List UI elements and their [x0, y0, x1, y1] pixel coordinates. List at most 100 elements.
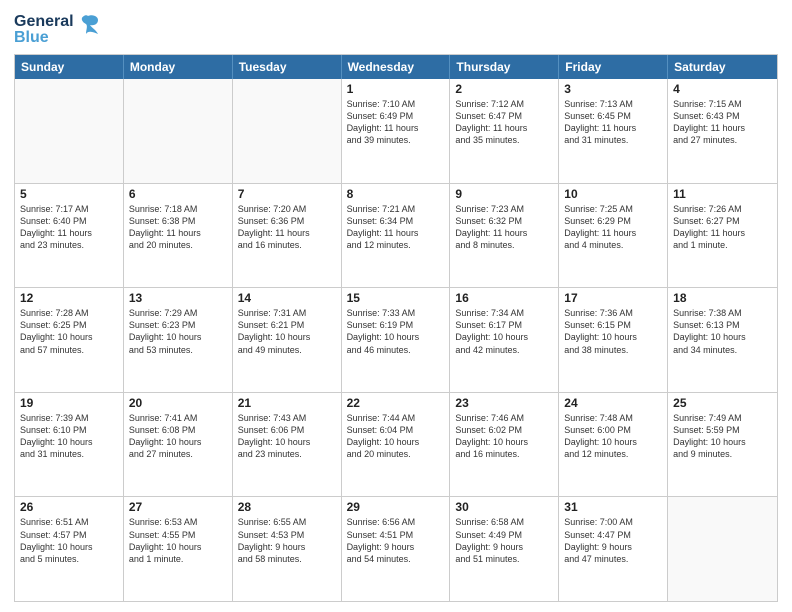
day-number: 23: [455, 396, 553, 410]
day-info: Sunrise: 7:31 AM Sunset: 6:21 PM Dayligh…: [238, 307, 336, 356]
calendar-cell: 8 Sunrise: 7:21 AM Sunset: 6:34 PM Daylig…: [342, 184, 451, 288]
day-info: Sunrise: 7:49 AM Sunset: 5:59 PM Dayligh…: [673, 412, 772, 461]
day-info: Sunrise: 7:39 AM Sunset: 6:10 PM Dayligh…: [20, 412, 118, 461]
calendar-cell: 4Sunrise: 7:15 AM Sunset: 6:43 PM Daylig…: [668, 79, 777, 183]
day-header-saturday: Saturday: [668, 55, 777, 79]
day-number: 26: [20, 500, 118, 514]
day-number: 9: [455, 187, 553, 201]
day-number: 22: [347, 396, 445, 410]
day-number: 20: [129, 396, 227, 410]
calendar-cell: 20 Sunrise: 7:41 AM Sunset: 6:08 PM Dayli…: [124, 393, 233, 497]
calendar-cell: 15 Sunrise: 7:33 AM Sunset: 6:19 PM Dayli…: [342, 288, 451, 392]
day-info: Sunrise: 7:34 AM Sunset: 6:17 PM Dayligh…: [455, 307, 553, 356]
day-number: 16: [455, 291, 553, 305]
calendar-cell: 28 Sunrise: 6:55 AM Sunset: 4:53 PM Dayli…: [233, 497, 342, 601]
day-info: Sunrise: 7:15 AM Sunset: 6:43 PM Dayligh…: [673, 98, 772, 147]
day-number: 8: [347, 187, 445, 201]
day-number: 5: [20, 187, 118, 201]
day-number: 3: [564, 82, 662, 96]
day-number: 21: [238, 396, 336, 410]
calendar-grid: SundayMondayTuesdayWednesdayThursdayFrid…: [14, 54, 778, 602]
week-row-2: 5 Sunrise: 7:17 AM Sunset: 6:40 PM Daylig…: [15, 184, 777, 289]
calendar-cell: 1Sunrise: 7:10 AM Sunset: 6:49 PM Daylig…: [342, 79, 451, 183]
day-header-tuesday: Tuesday: [233, 55, 342, 79]
day-number: 13: [129, 291, 227, 305]
calendar-cell: 18 Sunrise: 7:38 AM Sunset: 6:13 PM Dayli…: [668, 288, 777, 392]
day-number: 27: [129, 500, 227, 514]
calendar-cell: 21 Sunrise: 7:43 AM Sunset: 6:06 PM Dayli…: [233, 393, 342, 497]
day-number: 28: [238, 500, 336, 514]
logo-blue: Blue: [14, 30, 74, 46]
week-row-4: 19 Sunrise: 7:39 AM Sunset: 6:10 PM Dayli…: [15, 393, 777, 498]
day-info: Sunrise: 7:25 AM Sunset: 6:29 PM Dayligh…: [564, 203, 662, 252]
day-info: Sunrise: 6:53 AM Sunset: 4:55 PM Dayligh…: [129, 516, 227, 565]
day-info: Sunrise: 7:10 AM Sunset: 6:49 PM Dayligh…: [347, 98, 445, 147]
calendar-cell: 12Sunrise: 7:28 AM Sunset: 6:25 PM Dayli…: [15, 288, 124, 392]
calendar-cell: 6 Sunrise: 7:18 AM Sunset: 6:38 PM Daylig…: [124, 184, 233, 288]
day-info: Sunrise: 7:29 AM Sunset: 6:23 PM Dayligh…: [129, 307, 227, 356]
header: General Blue: [14, 10, 778, 46]
calendar-cell: 23 Sunrise: 7:46 AM Sunset: 6:02 PM Dayli…: [450, 393, 559, 497]
day-info: Sunrise: 7:21 AM Sunset: 6:34 PM Dayligh…: [347, 203, 445, 252]
calendar-cell: 19 Sunrise: 7:39 AM Sunset: 6:10 PM Dayli…: [15, 393, 124, 497]
calendar-cell: 9 Sunrise: 7:23 AM Sunset: 6:32 PM Daylig…: [450, 184, 559, 288]
calendar-cell: 14 Sunrise: 7:31 AM Sunset: 6:21 PM Dayli…: [233, 288, 342, 392]
day-number: 15: [347, 291, 445, 305]
calendar-cell: 25 Sunrise: 7:49 AM Sunset: 5:59 PM Dayli…: [668, 393, 777, 497]
calendar-cell: 10Sunrise: 7:25 AM Sunset: 6:29 PM Dayli…: [559, 184, 668, 288]
calendar-cell: 16 Sunrise: 7:34 AM Sunset: 6:17 PM Dayli…: [450, 288, 559, 392]
calendar-cell: 24Sunrise: 7:48 AM Sunset: 6:00 PM Dayli…: [559, 393, 668, 497]
day-info: Sunrise: 7:23 AM Sunset: 6:32 PM Dayligh…: [455, 203, 553, 252]
calendar-cell: 27 Sunrise: 6:53 AM Sunset: 4:55 PM Dayli…: [124, 497, 233, 601]
day-info: Sunrise: 7:17 AM Sunset: 6:40 PM Dayligh…: [20, 203, 118, 252]
day-header-thursday: Thursday: [450, 55, 559, 79]
calendar-cell: [15, 79, 124, 183]
day-info: Sunrise: 7:43 AM Sunset: 6:06 PM Dayligh…: [238, 412, 336, 461]
calendar-cell: 30Sunrise: 6:58 AM Sunset: 4:49 PM Dayli…: [450, 497, 559, 601]
calendar-cell: 29 Sunrise: 6:56 AM Sunset: 4:51 PM Dayli…: [342, 497, 451, 601]
week-row-3: 12Sunrise: 7:28 AM Sunset: 6:25 PM Dayli…: [15, 288, 777, 393]
day-info: Sunrise: 7:41 AM Sunset: 6:08 PM Dayligh…: [129, 412, 227, 461]
day-number: 6: [129, 187, 227, 201]
calendar-cell: 3 Sunrise: 7:13 AM Sunset: 6:45 PM Daylig…: [559, 79, 668, 183]
calendar-cell: [668, 497, 777, 601]
weeks-container: 1Sunrise: 7:10 AM Sunset: 6:49 PM Daylig…: [15, 79, 777, 601]
day-number: 12: [20, 291, 118, 305]
calendar-cell: 31Sunrise: 7:00 AM Sunset: 4:47 PM Dayli…: [559, 497, 668, 601]
day-number: 19: [20, 396, 118, 410]
day-info: Sunrise: 6:56 AM Sunset: 4:51 PM Dayligh…: [347, 516, 445, 565]
day-info: Sunrise: 7:38 AM Sunset: 6:13 PM Dayligh…: [673, 307, 772, 356]
week-row-1: 1Sunrise: 7:10 AM Sunset: 6:49 PM Daylig…: [15, 79, 777, 184]
day-info: Sunrise: 6:58 AM Sunset: 4:49 PM Dayligh…: [455, 516, 553, 565]
calendar-cell: [124, 79, 233, 183]
day-info: Sunrise: 7:46 AM Sunset: 6:02 PM Dayligh…: [455, 412, 553, 461]
day-header-wednesday: Wednesday: [342, 55, 451, 79]
day-info: Sunrise: 7:18 AM Sunset: 6:38 PM Dayligh…: [129, 203, 227, 252]
day-info: Sunrise: 7:13 AM Sunset: 6:45 PM Dayligh…: [564, 98, 662, 147]
day-info: Sunrise: 7:33 AM Sunset: 6:19 PM Dayligh…: [347, 307, 445, 356]
logo: General Blue: [14, 14, 100, 46]
day-info: Sunrise: 7:48 AM Sunset: 6:00 PM Dayligh…: [564, 412, 662, 461]
logo-general: General: [14, 14, 74, 30]
calendar-cell: 26Sunrise: 6:51 AM Sunset: 4:57 PM Dayli…: [15, 497, 124, 601]
day-info: Sunrise: 7:26 AM Sunset: 6:27 PM Dayligh…: [673, 203, 772, 252]
calendar-cell: 2Sunrise: 7:12 AM Sunset: 6:47 PM Daylig…: [450, 79, 559, 183]
calendar-cell: 17 Sunrise: 7:36 AM Sunset: 6:15 PM Dayli…: [559, 288, 668, 392]
calendar-cell: 5 Sunrise: 7:17 AM Sunset: 6:40 PM Daylig…: [15, 184, 124, 288]
calendar-cell: 13 Sunrise: 7:29 AM Sunset: 6:23 PM Dayli…: [124, 288, 233, 392]
day-headers-row: SundayMondayTuesdayWednesdayThursdayFrid…: [15, 55, 777, 79]
day-number: 17: [564, 291, 662, 305]
calendar-cell: 11Sunrise: 7:26 AM Sunset: 6:27 PM Dayli…: [668, 184, 777, 288]
day-info: Sunrise: 7:36 AM Sunset: 6:15 PM Dayligh…: [564, 307, 662, 356]
day-number: 14: [238, 291, 336, 305]
day-info: Sunrise: 7:20 AM Sunset: 6:36 PM Dayligh…: [238, 203, 336, 252]
week-row-5: 26Sunrise: 6:51 AM Sunset: 4:57 PM Dayli…: [15, 497, 777, 601]
day-number: 7: [238, 187, 336, 201]
day-number: 25: [673, 396, 772, 410]
day-info: Sunrise: 6:55 AM Sunset: 4:53 PM Dayligh…: [238, 516, 336, 565]
day-number: 18: [673, 291, 772, 305]
day-info: Sunrise: 7:44 AM Sunset: 6:04 PM Dayligh…: [347, 412, 445, 461]
day-number: 2: [455, 82, 553, 96]
calendar-cell: 22 Sunrise: 7:44 AM Sunset: 6:04 PM Dayli…: [342, 393, 451, 497]
day-number: 29: [347, 500, 445, 514]
